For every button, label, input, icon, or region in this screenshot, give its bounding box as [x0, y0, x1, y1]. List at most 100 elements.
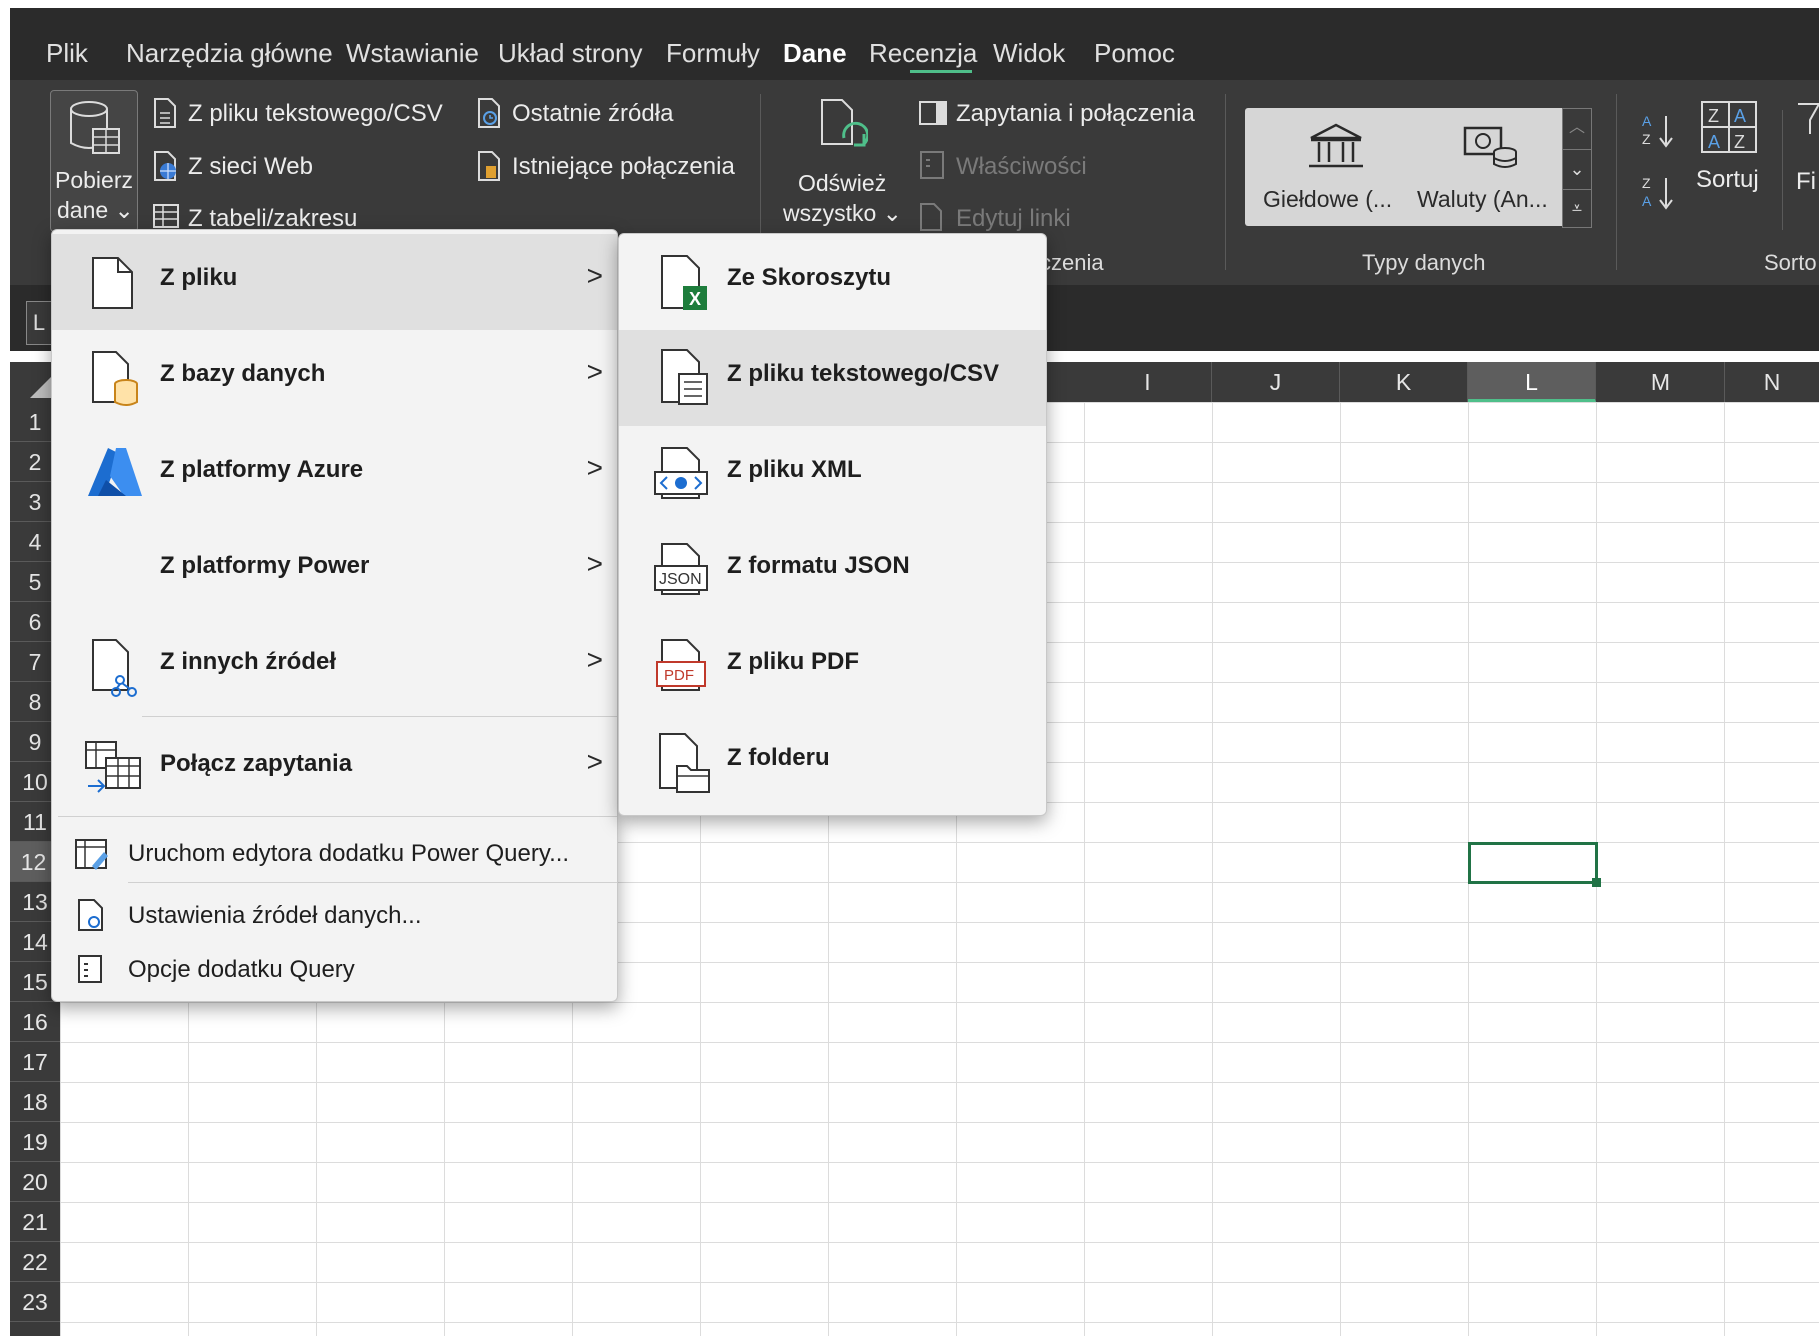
currencies-data-type[interactable]: Waluty (An... — [1411, 116, 1561, 220]
column-header-j[interactable]: J — [1212, 362, 1340, 402]
name-box[interactable]: L — [26, 301, 52, 345]
svg-text:Z: Z — [1642, 131, 1651, 147]
svg-text:A: A — [1642, 193, 1652, 209]
data-source-settings-icon — [78, 899, 103, 931]
refresh-all-button[interactable]: Odśwież wszystko ⌄ — [780, 94, 902, 234]
ribbon-separator — [1782, 110, 1783, 230]
menu-item-query-options[interactable]: Opcje dodatku Query — [52, 944, 617, 996]
svg-text:Z: Z — [1642, 175, 1651, 191]
menu-item-from-database[interactable]: Z bazy danych > — [52, 330, 617, 426]
row-header[interactable]: 23 — [10, 1282, 60, 1322]
edit-links-button[interactable]: Edytuj linki — [956, 205, 1071, 233]
submenu-item-from-text-csv[interactable]: Z pliku tekstowego/CSV — [619, 330, 1046, 426]
chevron-right-icon: > — [586, 452, 603, 483]
fill-handle[interactable] — [1592, 878, 1601, 887]
tab-view[interactable]: Widok — [993, 38, 1065, 69]
column-header-m[interactable]: M — [1597, 362, 1725, 402]
currency-icon — [1463, 126, 1517, 168]
svg-text:A: A — [1734, 106, 1746, 126]
sort-button[interactable]: Z A A Z Sortuj — [1690, 98, 1770, 228]
menu-item-label: Z platformy Power — [160, 552, 370, 579]
get-data-button[interactable]: Pobierz dane ⌄ — [50, 90, 138, 232]
data-types-group-label: Typy danych — [1362, 250, 1486, 275]
database-icon — [70, 101, 120, 154]
tab-review[interactable]: Recenzja — [869, 38, 977, 69]
menu-item-combine-queries[interactable]: Połącz zapytania > — [52, 720, 617, 816]
combine-queries-icon — [85, 741, 141, 793]
expand-gallery-icon[interactable]: ⩡ — [1563, 189, 1591, 228]
submenu-item-label: Ze Skoroszytu — [727, 264, 892, 291]
row-header[interactable]: 19 — [10, 1122, 60, 1162]
tab-formulas[interactable]: Formuły — [666, 38, 760, 69]
data-types-scroll[interactable]: ︿ ⌄ ⩡ — [1562, 108, 1592, 228]
tab-insert[interactable]: Wstawianie — [346, 38, 479, 69]
chevron-right-icon: > — [586, 746, 603, 777]
submenu-item-label: Z folderu — [727, 744, 830, 771]
pdf-icon-text: PDF — [664, 667, 694, 684]
submenu-item-from-json[interactable]: JSON Z formatu JSON — [619, 522, 1046, 618]
tab-data[interactable]: Dane — [783, 38, 847, 69]
menu-item-from-file[interactable]: Z pliku > — [52, 234, 617, 330]
refresh-all-label-1: Odśwież — [798, 170, 887, 196]
submenu-item-label: Z pliku tekstowego/CSV — [727, 360, 1000, 387]
excel-letter: X — [689, 289, 701, 309]
stocks-data-type[interactable]: Giełdowe (... — [1257, 116, 1407, 220]
recent-sources-button[interactable]: Ostatnie źródła — [512, 100, 673, 128]
row-header[interactable]: 17 — [10, 1042, 60, 1082]
menu-item-label: Połącz zapytania — [160, 750, 353, 777]
from-web-button[interactable]: Z sieci Web — [188, 153, 313, 181]
file-icon — [92, 257, 133, 309]
query-options-icon — [78, 955, 102, 983]
power-query-editor-icon — [75, 839, 108, 870]
column-header-l[interactable]: L — [1468, 362, 1596, 402]
selected-cell[interactable] — [1468, 842, 1598, 884]
row-header[interactable]: 21 — [10, 1202, 60, 1242]
from-text-csv-button[interactable]: Z pliku tekstowego/CSV — [188, 100, 443, 128]
queries-group-label: czenia — [1040, 250, 1104, 275]
tab-home[interactable]: Narzędzia główne — [126, 38, 333, 69]
tab-help[interactable]: Pomoc — [1094, 38, 1175, 69]
row-header[interactable]: 22 — [10, 1242, 60, 1282]
chevron-right-icon: > — [586, 356, 603, 387]
row-header[interactable]: 20 — [10, 1162, 60, 1202]
row-header[interactable]: 16 — [10, 1002, 60, 1042]
scroll-down-icon[interactable]: ⌄ — [1563, 149, 1591, 188]
tab-page-layout[interactable]: Układ strony — [498, 38, 643, 69]
menu-item-label: Z pliku — [160, 264, 238, 291]
submenu-item-from-workbook[interactable]: X Ze Skoroszytu — [619, 234, 1046, 330]
refresh-all-label-2: wszystko ⌄ — [783, 200, 902, 226]
menu-item-from-other-sources[interactable]: Z innych źródeł > — [52, 618, 617, 714]
menu-item-from-power-platform[interactable]: Z platformy Power > — [52, 522, 617, 618]
sort-za-icon: Z A — [1642, 175, 1673, 210]
menu-item-from-azure[interactable]: Z platformy Azure > — [52, 426, 617, 522]
row-header[interactable]: 18 — [10, 1082, 60, 1122]
filter-button[interactable]: Fi — [1796, 168, 1816, 196]
chevron-right-icon: > — [586, 260, 603, 291]
column-header-i[interactable]: I — [1084, 362, 1212, 402]
text-file-icon — [154, 98, 176, 128]
menu-separator — [58, 816, 617, 817]
edit-links-icon — [920, 203, 942, 231]
submenu-item-from-pdf[interactable]: PDF Z pliku PDF — [619, 618, 1046, 714]
submenu-item-from-folder[interactable]: Z folderu — [619, 714, 1046, 810]
queries-connections-icon — [919, 101, 947, 125]
menu-item-data-source-settings[interactable]: Ustawienia źródeł danych... — [52, 890, 617, 942]
stocks-label: Giełdowe (... — [1263, 186, 1393, 212]
menu-item-power-query-editor[interactable]: Uruchom edytora dodatku Power Query... — [52, 828, 617, 880]
chevron-right-icon: > — [586, 548, 603, 579]
get-data-menu: Z pliku > Z bazy danych > Z platformy Az… — [51, 229, 618, 1002]
from-file-submenu: X Ze Skoroszytu Z pliku tekstowego/CSV Z… — [618, 233, 1047, 816]
scroll-up-icon[interactable]: ︿ — [1563, 109, 1591, 147]
column-header-k[interactable]: K — [1340, 362, 1468, 402]
queries-connections-button[interactable]: Zapytania i połączenia — [956, 100, 1195, 128]
submenu-item-from-xml[interactable]: Z pliku XML — [619, 426, 1046, 522]
column-header-n[interactable]: N — [1725, 362, 1819, 402]
sort-filter-group-label: Sorto — [1764, 250, 1817, 275]
submenu-item-label: Z pliku XML — [727, 456, 862, 483]
properties-button[interactable]: Właściwości — [956, 153, 1087, 181]
menu-item-label: Z bazy danych — [160, 360, 326, 387]
properties-icon — [920, 151, 944, 179]
tab-file[interactable]: Plik — [46, 38, 88, 69]
existing-connections-button[interactable]: Istniejące połączenia — [512, 153, 735, 181]
svg-text:A: A — [1708, 132, 1720, 152]
